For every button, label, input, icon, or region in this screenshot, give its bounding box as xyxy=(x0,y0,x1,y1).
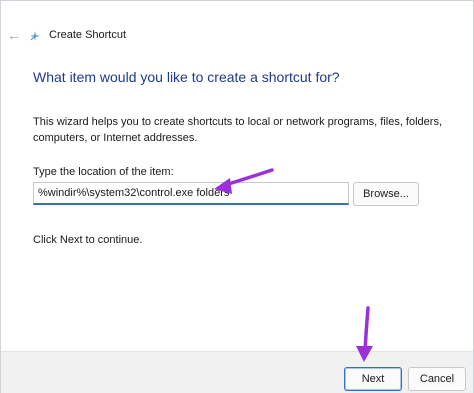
browse-button[interactable]: Browse... xyxy=(353,182,419,206)
next-button[interactable]: Next xyxy=(344,367,402,391)
create-shortcut-window: ← Create Shortcut What item would you li… xyxy=(0,0,474,393)
cancel-button[interactable]: Cancel xyxy=(408,367,466,391)
location-input[interactable] xyxy=(33,182,349,205)
wizard-footer: Next Cancel xyxy=(1,351,473,393)
wizard-heading: What item would you like to create a sho… xyxy=(33,69,340,85)
title-bar: ← Create Shortcut xyxy=(1,1,473,43)
back-arrow-icon[interactable]: ← xyxy=(5,26,23,44)
location-label: Type the location of the item: xyxy=(33,166,174,178)
window-title: Create Shortcut xyxy=(49,29,127,41)
wizard-description: This wizard helps you to create shortcut… xyxy=(33,116,443,144)
shortcut-sparkle-icon xyxy=(30,31,40,41)
continue-instruction: Click Next to continue. xyxy=(33,234,143,246)
